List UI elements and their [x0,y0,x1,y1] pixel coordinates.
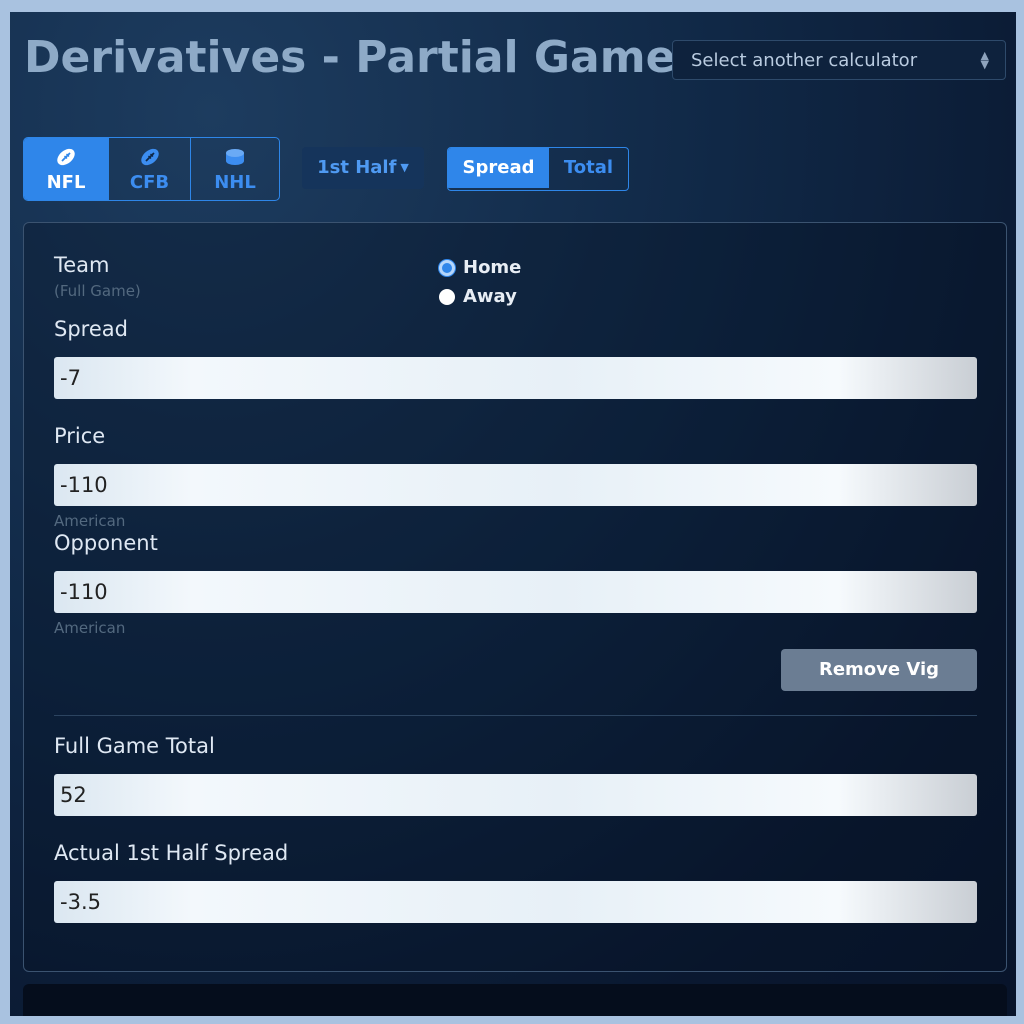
spread-label: Spread [54,317,128,341]
form-divider [54,715,977,716]
calculator-select-value: Select another calculator [691,50,918,71]
home-radio-label: Home [463,257,522,278]
caret-down-icon: ▼ [400,161,409,174]
results-panel [23,984,1007,1016]
bet-type-total-button[interactable]: Total [549,148,628,188]
radio-unchecked-icon [439,288,455,305]
page-title: Derivatives - Partial Game [24,32,676,83]
calculator-select[interactable]: Select another calculator ▲ ▼ [672,40,1006,80]
opponent-input[interactable]: -110 [54,571,977,613]
calculator-form: Team (Full Game) Home Away Spread -7 Pri… [23,222,1007,972]
actual-spread-label: Actual 1st Half Spread [54,841,289,865]
select-arrows-icon: ▲ ▼ [980,49,989,71]
price-input[interactable]: -110 [54,464,977,506]
price-unit: American [54,512,126,530]
sport-label-cfb: CFB [129,171,170,193]
opponent-label: Opponent [54,531,158,555]
bet-type-selector: Spread Total [447,147,629,191]
team-sublabel: (Full Game) [54,282,141,300]
remove-vig-button[interactable]: Remove Vig [781,649,977,691]
price-label: Price [54,424,106,448]
sport-button-cfb[interactable]: CFB [109,138,191,200]
sport-label-nhl: NHL [214,171,256,193]
sport-selector: NFL CFB NHL [23,137,280,201]
football-icon [57,148,75,165]
app-frame: Derivatives - Partial Game Select anothe… [10,12,1016,1016]
full-game-total-label: Full Game Total [54,734,215,758]
opponent-unit: American [54,619,126,637]
football-icon [140,148,159,165]
actual-spread-input[interactable]: -3.5 [54,881,977,923]
hockey-puck-icon [226,148,244,165]
home-radio[interactable]: Home [439,257,521,278]
away-radio[interactable]: Away [439,286,517,307]
sport-label-nfl: NFL [46,171,86,193]
sport-button-nhl[interactable]: NHL [191,138,279,200]
spread-input[interactable]: -7 [54,357,977,399]
period-label: 1st Half [317,157,397,178]
away-radio-label: Away [463,286,517,307]
period-dropdown-button[interactable]: 1st Half ▼ [302,147,424,189]
full-game-total-input[interactable]: 52 [54,774,977,816]
team-label: Team [54,253,110,277]
bet-type-spread-button[interactable]: Spread [448,148,549,188]
radio-checked-icon [439,259,455,276]
sport-button-nfl[interactable]: NFL [24,138,109,200]
